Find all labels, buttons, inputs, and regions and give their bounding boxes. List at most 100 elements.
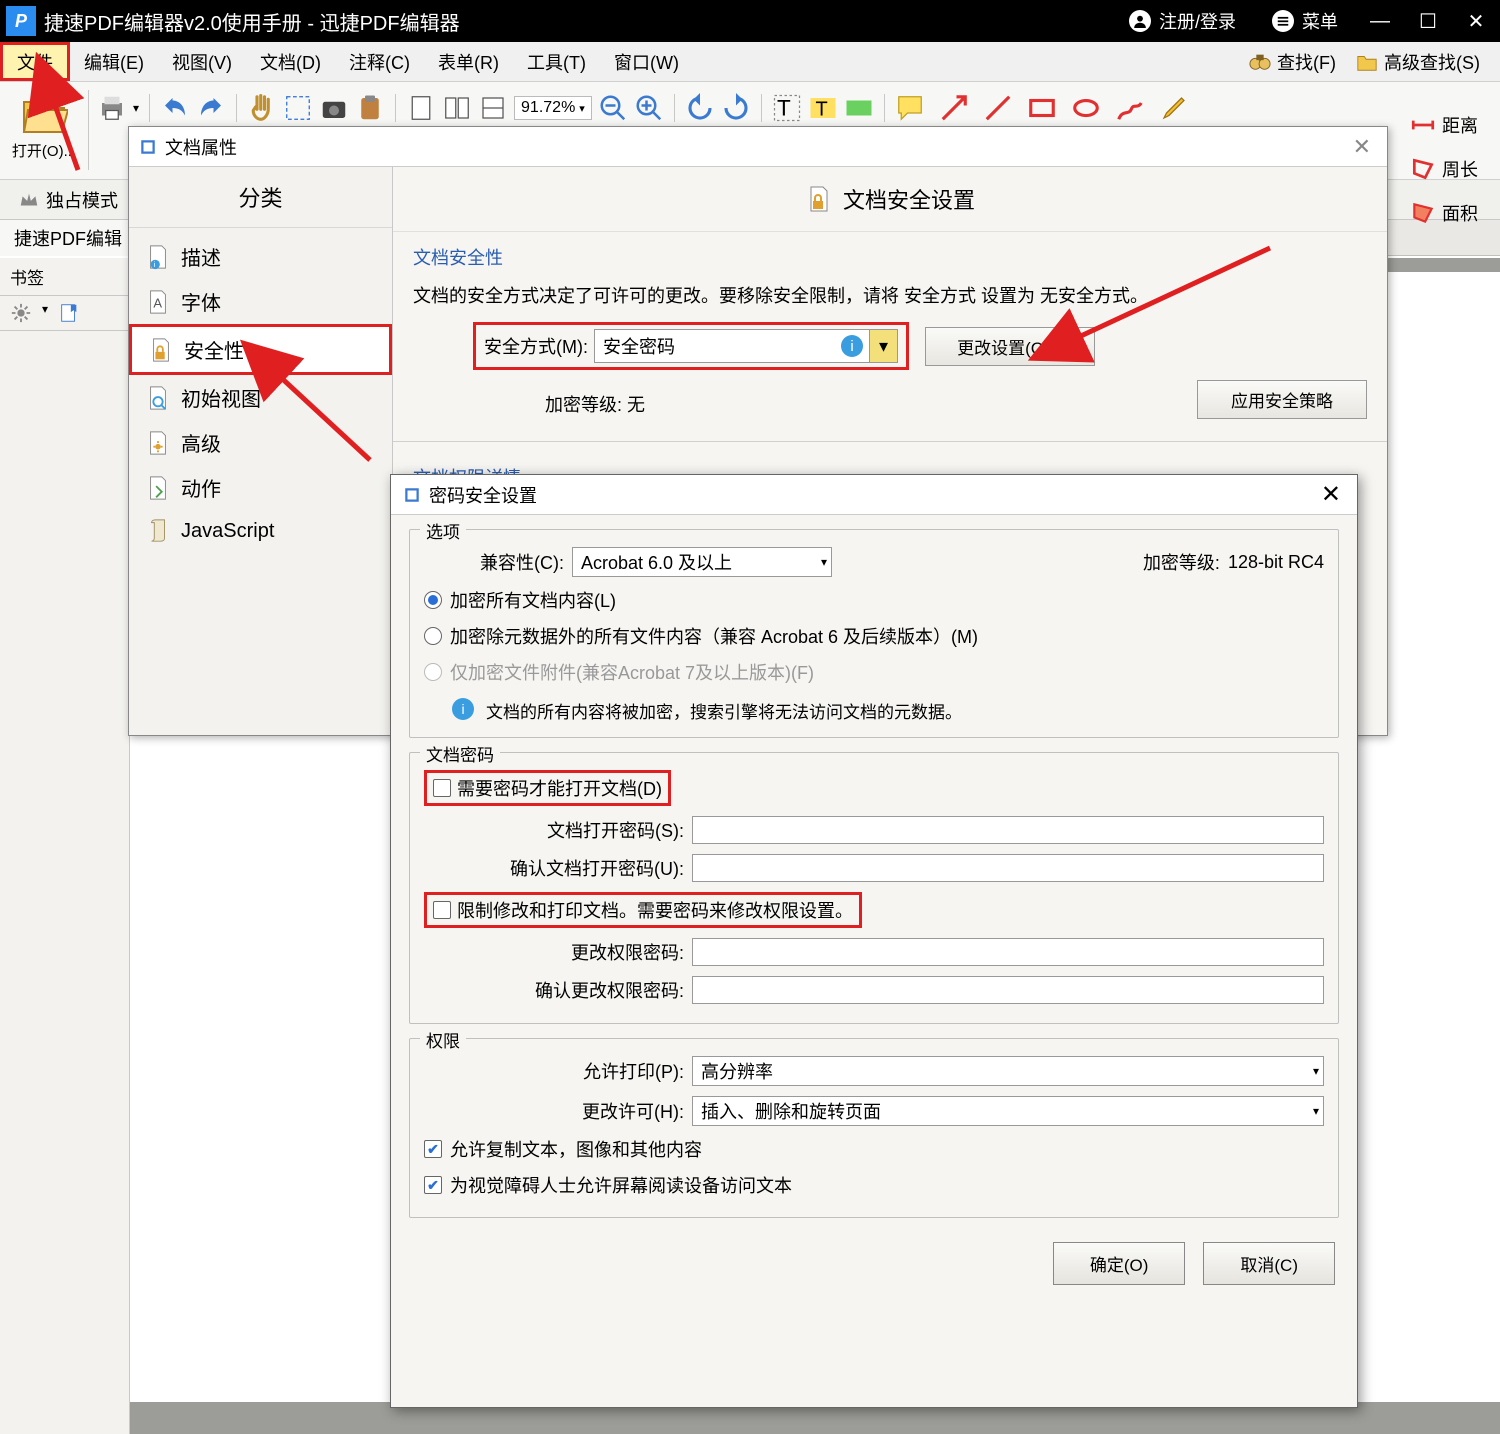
options-legend: 选项 (420, 518, 466, 543)
gear-icon[interactable] (10, 302, 32, 324)
allow-screen-checkbox[interactable] (424, 1176, 442, 1194)
open-button[interactable]: 打开(O)... (8, 86, 80, 165)
sidebar-item-security[interactable]: 安全性 (129, 324, 392, 375)
need-open-password-row[interactable]: 需要密码才能打开文档(D) (424, 770, 671, 806)
need-open-password-checkbox[interactable] (433, 779, 451, 797)
highlighter-icon[interactable] (1159, 93, 1189, 123)
page-icon[interactable] (406, 93, 436, 123)
folder-search-icon (1356, 51, 1378, 73)
menu-comment[interactable]: 注释(C) (335, 42, 424, 81)
allow-screen-row[interactable]: 为视觉障碍人士允许屏幕阅读设备访问文本 (424, 1167, 1324, 1203)
close-button[interactable]: ✕ (1452, 0, 1500, 42)
app-logo-icon: P (6, 6, 36, 36)
sidebar-item-action[interactable]: 动作 (129, 465, 392, 510)
measure-tools: 距离 周长 面积 (1410, 112, 1494, 226)
menu-window[interactable]: 窗口(W) (600, 42, 693, 81)
redo-icon[interactable] (196, 93, 226, 123)
perm-password-input[interactable] (692, 938, 1324, 966)
security-method-dropdown[interactable]: 安全密码 i ▾ (594, 329, 898, 363)
dropdown-arrow-icon: ▾ (869, 330, 897, 362)
highlight-text-icon[interactable]: T (808, 93, 838, 123)
open-password-input[interactable] (692, 816, 1324, 844)
menu-button[interactable]: 菜单 (1254, 0, 1356, 42)
hand-icon[interactable] (247, 93, 277, 123)
rotate-left-icon[interactable] (685, 93, 715, 123)
radio-encrypt-all-label: 加密所有文档内容(L) (450, 587, 616, 613)
encrypt-attachments-row: 仅加密文件附件(兼容Acrobat 7及以上版本)(F) (424, 654, 1324, 690)
restrict-row[interactable]: 限制修改和打印文档。需要密码来修改权限设置。 (424, 892, 862, 928)
oval-tool-icon[interactable] (1071, 93, 1101, 123)
find-button[interactable]: 查找(F) (1239, 49, 1346, 75)
compat-dropdown[interactable]: Acrobat 6.0 及以上▾ (572, 547, 832, 577)
apply-policy-button[interactable]: 应用安全策略 (1197, 380, 1367, 419)
zoom-in-icon[interactable] (634, 93, 664, 123)
adv-find-button[interactable]: 高级查找(S) (1346, 49, 1490, 75)
menu-document[interactable]: 文档(D) (246, 42, 335, 81)
sidebar-item-advanced[interactable]: 高级 (129, 420, 392, 465)
title-bar: P 捷速PDF编辑器v2.0使用手册 - 迅捷PDF编辑器 注册/登录 菜单 —… (0, 0, 1500, 42)
zoom-combo[interactable]: 91.72%▾ (514, 96, 592, 120)
undo-icon[interactable] (160, 93, 190, 123)
document-tab[interactable]: 捷速PDF编辑 (0, 220, 137, 256)
distance-tool[interactable]: 距离 (1410, 112, 1494, 138)
menu-view[interactable]: 视图(V) (158, 42, 246, 81)
maximize-button[interactable]: ☐ (1404, 0, 1452, 42)
clipboard-icon[interactable] (355, 93, 385, 123)
window-title: 捷速PDF编辑器v2.0使用手册 - 迅捷PDF编辑器 (44, 7, 460, 36)
info-icon: i (452, 698, 474, 720)
bookmark-panel-title: 书签 (0, 258, 129, 296)
allow-change-dropdown[interactable]: 插入、删除和旋转页面▾ (692, 1096, 1324, 1126)
minimize-button[interactable]: — (1356, 0, 1404, 42)
bookmark-icon[interactable] (58, 302, 80, 324)
radio-encrypt-except-meta[interactable] (424, 627, 442, 645)
open-password-confirm-input[interactable] (692, 854, 1324, 882)
doc-gear-icon (145, 430, 171, 456)
encrypt-except-meta-row[interactable]: 加密除元数据外的所有文件内容（兼容 Acrobat 6 及后续版本）(M) (424, 618, 1324, 654)
sidebar-item-initial-view[interactable]: 初始视图 (129, 375, 392, 420)
restrict-checkbox[interactable] (433, 901, 451, 919)
note-icon[interactable] (895, 93, 925, 123)
sidebar-item-javascript[interactable]: JavaScript (129, 510, 392, 552)
menu-edit[interactable]: 编辑(E) (70, 42, 158, 81)
exclusive-mode-button[interactable]: 独占模式 (10, 187, 126, 213)
edit-text-icon[interactable]: T (772, 93, 802, 123)
select-icon[interactable] (283, 93, 313, 123)
rotate-right-icon[interactable] (721, 93, 751, 123)
compat-label: 兼容性(C): (424, 549, 564, 575)
menu-tool[interactable]: 工具(T) (513, 42, 600, 81)
allow-print-dropdown[interactable]: 高分辨率▾ (692, 1056, 1324, 1086)
sidebar-item-font[interactable]: A 字体 (129, 279, 392, 324)
snapshot-icon[interactable] (319, 93, 349, 123)
rect-tool-icon[interactable] (1027, 93, 1057, 123)
cancel-button[interactable]: 取消(C) (1203, 1242, 1335, 1285)
doc-properties-close[interactable]: ✕ (1347, 134, 1377, 160)
ok-button[interactable]: 确定(O) (1053, 1242, 1186, 1285)
doc-properties-title: 文档属性 (165, 134, 237, 160)
allow-copy-checkbox[interactable] (424, 1140, 442, 1158)
user-icon (1129, 10, 1151, 32)
perimeter-icon (1410, 156, 1436, 182)
doc-action-icon (145, 475, 171, 501)
menu-file[interactable]: 文件 (0, 42, 70, 81)
menu-form[interactable]: 表单(R) (424, 42, 513, 81)
fit-icon[interactable] (478, 93, 508, 123)
scroll-icon (145, 518, 171, 544)
allow-copy-row[interactable]: 允许复制文本，图像和其他内容 (424, 1131, 1324, 1167)
area-tool[interactable]: 面积 (1410, 200, 1494, 226)
text-box-icon[interactable] (844, 93, 874, 123)
pencil-tool-icon[interactable] (1115, 93, 1145, 123)
doc-security-header-label: 文档安全设置 (843, 183, 975, 215)
print-icon[interactable] (97, 93, 127, 123)
change-settings-button[interactable]: 更改设置(C)... (925, 327, 1095, 366)
encrypt-all-radio-row[interactable]: 加密所有文档内容(L) (424, 582, 1324, 618)
two-page-icon[interactable] (442, 93, 472, 123)
password-security-close[interactable]: ✕ (1317, 480, 1345, 509)
login-button[interactable]: 注册/登录 (1111, 0, 1254, 42)
radio-encrypt-all[interactable] (424, 591, 442, 609)
arrow-tool-icon[interactable] (939, 93, 969, 123)
zoom-out-icon[interactable] (598, 93, 628, 123)
sidebar-item-description[interactable]: i 描述 (129, 234, 392, 279)
perimeter-tool[interactable]: 周长 (1410, 156, 1494, 182)
line-tool-icon[interactable] (983, 93, 1013, 123)
perm-password-confirm-input[interactable] (692, 976, 1324, 1004)
